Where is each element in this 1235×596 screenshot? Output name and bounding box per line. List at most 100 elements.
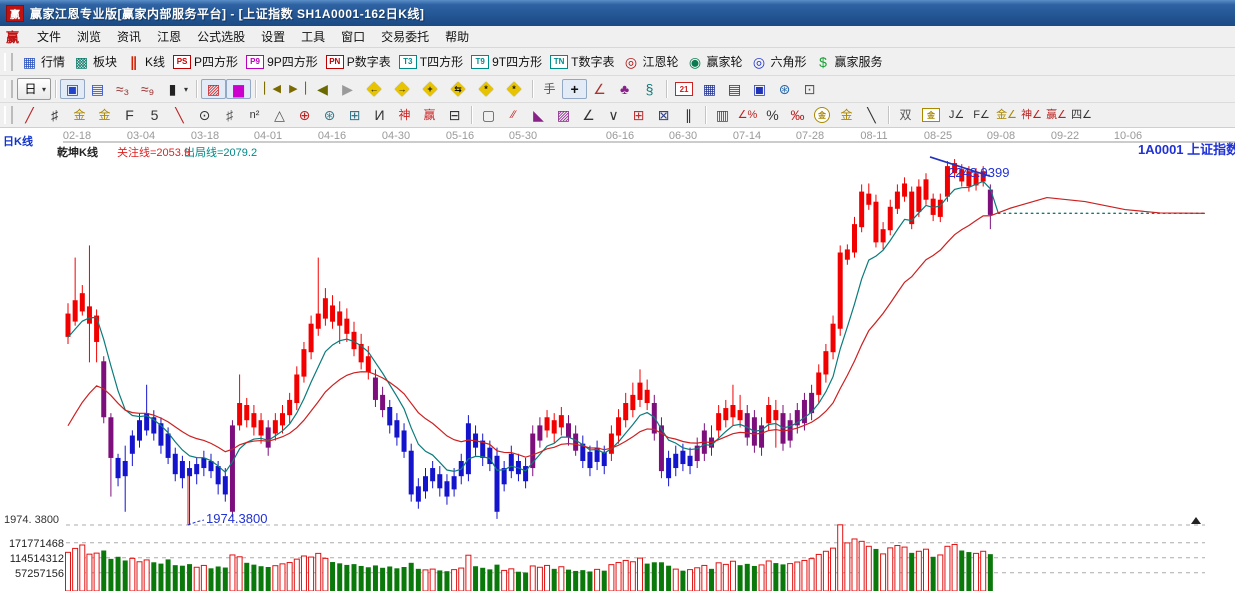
panel-splitter-arrow[interactable]	[1191, 517, 1201, 524]
ying-tool-button[interactable]: 赢	[417, 105, 442, 125]
wave-3-button[interactable]: ≈₃	[110, 79, 135, 99]
f-angle-button[interactable]: F∠	[969, 105, 994, 125]
shift-right-button[interactable]: ◆→	[388, 77, 416, 101]
n-square-lines-button[interactable]: n²	[242, 105, 267, 125]
ying-angle-button[interactable]: 赢∠	[1044, 105, 1069, 125]
candlestick	[330, 305, 335, 321]
si-angle-button[interactable]: 四∠	[1069, 105, 1094, 125]
menu-item-2[interactable]: 资讯	[109, 27, 149, 46]
menu-item-8[interactable]: 交易委托	[373, 27, 437, 46]
shift-left-button[interactable]: ◆←	[360, 77, 388, 101]
quotes-button[interactable]: ▦行情	[17, 51, 69, 72]
p-square-button[interactable]: PSP四方形	[169, 51, 242, 72]
fit-all-button[interactable]: ◆*	[500, 77, 528, 101]
price-table-button[interactable]: ▥	[710, 105, 735, 125]
blue-grid-button[interactable]: ⊠	[651, 105, 676, 125]
menu-item-6[interactable]: 工具	[293, 27, 333, 46]
qiankun-kline-button[interactable]: ▨	[201, 79, 226, 99]
diagonal-box-button[interactable]: ▨	[551, 105, 576, 125]
gold-box-button[interactable]: 金	[918, 106, 944, 124]
fan-lines-button[interactable]: ∕∕	[501, 105, 526, 125]
first-page-button[interactable]: ▏◀	[260, 79, 285, 99]
zoom-in-button[interactable]: ◆+	[416, 77, 444, 101]
zoom-out-button[interactable]: ◆*	[472, 77, 500, 101]
fan-box-button[interactable]: ◣	[526, 105, 551, 125]
menu-item-5[interactable]: 设置	[253, 27, 293, 46]
menu-item-3[interactable]: 江恩	[149, 27, 189, 46]
p-number-table-button[interactable]: PNP数字表	[322, 51, 395, 72]
menu-item-0[interactable]: 文件	[29, 27, 69, 46]
star-grid-button[interactable]: ⊛	[317, 105, 342, 125]
winner-service-button[interactable]: $赢家服务	[811, 51, 887, 72]
gold-lines-1-button[interactable]: 金	[67, 105, 92, 125]
candle-style-button[interactable]: ▮▾	[160, 79, 192, 99]
measure-box-button[interactable]: ▢	[476, 105, 501, 125]
percent-button[interactable]: %	[760, 105, 785, 125]
winner-wheel-button[interactable]: ◉赢家轮	[682, 51, 746, 72]
double-tool-button[interactable]: 双	[893, 105, 918, 125]
ninet-square-button[interactable]: T99T四方形	[467, 51, 546, 72]
percent-slope-button[interactable]: ∠%	[735, 105, 760, 125]
menu-item-1[interactable]: 浏览	[69, 27, 109, 46]
next-bar-button[interactable]: ▶	[335, 79, 360, 99]
calculator-button[interactable]: ▦	[697, 79, 722, 99]
print-button[interactable]: ⊡	[797, 79, 822, 99]
percent-line-button[interactable]: ‰	[785, 105, 810, 125]
angle-lines-button[interactable]: ∠	[576, 105, 601, 125]
marker-pen-button[interactable]: ╲	[167, 105, 192, 125]
pen-tool-button[interactable]: ╱	[17, 105, 42, 125]
calendar-button[interactable]: 21	[671, 80, 697, 98]
swap-button[interactable]: ◆⇆	[444, 77, 472, 101]
window-layout-button[interactable]: ▣	[60, 79, 85, 99]
ruler-grid-button[interactable]: ⊟	[442, 105, 467, 125]
v-lines-button[interactable]: ∨	[601, 105, 626, 125]
candlestick	[373, 378, 378, 400]
shen-angle-button[interactable]: 神∠	[1019, 105, 1044, 125]
t-square-button[interactable]: T3T四方形	[395, 51, 467, 72]
j-angle-button[interactable]: J∠	[944, 105, 969, 125]
menu-item-7[interactable]: 窗口	[333, 27, 373, 46]
gold-lines-2-button[interactable]: 金	[92, 105, 117, 125]
hash-lines-button[interactable]: ♯	[217, 105, 242, 125]
red-grid-button[interactable]: ⊞	[626, 105, 651, 125]
sectors-button[interactable]: ▩板块	[69, 51, 121, 72]
volume-bar	[852, 539, 857, 591]
crosshair-tool-button[interactable]: +	[562, 79, 587, 99]
five-lines-button[interactable]: 5	[142, 105, 167, 125]
gold-angle-button[interactable]: 金∠	[994, 105, 1019, 125]
kline-chart-canvas[interactable]: 02-1803-0403-1804-0104-1604-3005-1605-30…	[0, 128, 1235, 591]
t-number-table-button[interactable]: TNT数字表	[546, 51, 618, 72]
period-daily-button[interactable]: 日▾	[17, 78, 51, 100]
compass-circle-button[interactable]: ⊙	[192, 105, 217, 125]
prev-bar-button[interactable]: ◀	[310, 79, 335, 99]
shen-tool-button[interactable]: 神	[392, 105, 417, 125]
square-grid-button[interactable]: ⊞	[342, 105, 367, 125]
circle-cross-button[interactable]: ⊕	[292, 105, 317, 125]
notes-button[interactable]: ▤	[722, 79, 747, 99]
kline-button[interactable]: ∥K线	[121, 51, 169, 72]
report-button[interactable]: ▤	[85, 79, 110, 99]
hexagon-button[interactable]: ◎六角形	[747, 51, 811, 72]
parallel-lines-button[interactable]: ∥	[676, 105, 701, 125]
save-button[interactable]: ▣	[747, 79, 772, 99]
brush-tool-button[interactable]: ╲	[859, 105, 884, 125]
wave-9-button[interactable]: ≈₉	[135, 79, 160, 99]
angle-measure-button[interactable]: ∠	[587, 79, 612, 99]
last-page-button[interactable]: ▶▕	[285, 79, 310, 99]
color-volume-button[interactable]: ▆	[226, 79, 251, 99]
gann-wheel-button[interactable]: ◎江恩轮	[618, 51, 682, 72]
gann-lines-button[interactable]: ♯	[42, 105, 67, 125]
ninep-square-button[interactable]: P99P四方形	[242, 51, 322, 72]
mirror-angle-button[interactable]: △	[267, 105, 292, 125]
hand-tool-button[interactable]: 手	[537, 79, 562, 99]
wave-count-button[interactable]: И	[367, 105, 392, 125]
volume-bar	[223, 568, 228, 591]
menu-item-9[interactable]: 帮助	[437, 27, 477, 46]
purple-marker-button[interactable]: ♣	[612, 79, 637, 99]
web-data-button[interactable]: ⊛	[772, 79, 797, 99]
gold-level-button[interactable]: 金	[834, 105, 859, 125]
f-lines-button[interactable]: F	[117, 105, 142, 125]
menu-item-4[interactable]: 公式选股	[189, 27, 253, 46]
gold-circle-button[interactable]: 金	[810, 105, 834, 125]
smart-lines-button[interactable]: §	[637, 79, 662, 99]
